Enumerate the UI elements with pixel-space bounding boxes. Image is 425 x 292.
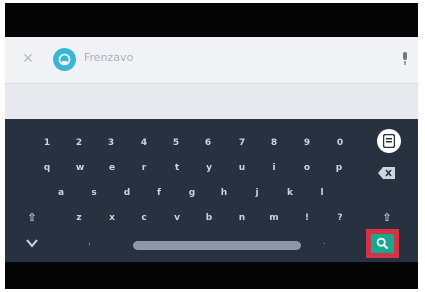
key-6[interactable]: 6	[197, 134, 219, 152]
bottom-bar	[5, 262, 418, 289]
key-k[interactable]: k	[279, 184, 301, 202]
key-a[interactable]: a	[50, 184, 72, 202]
back-arrow-icon[interactable]: ✕	[19, 50, 37, 68]
key-u[interactable]: u	[231, 159, 253, 177]
backspace-icon[interactable]	[378, 164, 396, 179]
key-e[interactable]: e	[101, 159, 123, 177]
key-period[interactable]: .	[323, 237, 326, 247]
key-z[interactable]: z	[68, 209, 90, 227]
emoji-icon[interactable]	[377, 129, 401, 153]
chevron-down-icon[interactable]	[21, 234, 43, 252]
key-n[interactable]: n	[231, 209, 253, 227]
key-r[interactable]: r	[133, 159, 155, 177]
key-8[interactable]: 8	[263, 134, 285, 152]
key-1[interactable]: 1	[36, 134, 58, 152]
key-y[interactable]: y	[198, 159, 220, 177]
key-x[interactable]: x	[101, 209, 123, 227]
key-7[interactable]: 7	[231, 134, 253, 152]
search-bar[interactable]: ✕ Frenzavo	[5, 37, 418, 84]
key-t[interactable]: t	[166, 159, 188, 177]
key-i[interactable]: i	[263, 159, 285, 177]
key-o[interactable]: o	[296, 159, 318, 177]
key-m[interactable]: m	[263, 209, 285, 227]
search-key-highlight	[366, 229, 399, 258]
key-0[interactable]: 0	[329, 134, 351, 152]
key-h[interactable]: h	[213, 184, 235, 202]
key-p[interactable]: p	[328, 159, 350, 177]
key-w[interactable]: w	[69, 159, 91, 177]
search-app-icon	[53, 48, 76, 71]
key-exclamation[interactable]: !	[296, 209, 318, 227]
key-9[interactable]: 9	[296, 134, 318, 152]
key-2[interactable]: 2	[68, 134, 90, 152]
key-comma[interactable]: ,	[88, 237, 91, 247]
key-s[interactable]: s	[83, 184, 105, 202]
key-c[interactable]: c	[133, 209, 155, 227]
search-panel: ✕ Frenzavo	[5, 37, 418, 119]
key-g[interactable]: g	[181, 184, 203, 202]
key-f[interactable]: f	[148, 184, 170, 202]
keyboard: 1 2 3 4 5 6 7 8 9 0 q w e r t y u i o p	[5, 119, 418, 262]
key-3[interactable]: 3	[100, 134, 122, 152]
key-5[interactable]: 5	[165, 134, 187, 152]
key-question[interactable]: ?	[329, 209, 351, 227]
key-l[interactable]: l	[311, 184, 333, 202]
key-q[interactable]: q	[36, 159, 58, 177]
search-query[interactable]: Frenzavo	[84, 51, 133, 64]
key-4[interactable]: 4	[133, 134, 155, 152]
shift-right-icon[interactable]: ⇧	[376, 209, 398, 227]
screen: ✕ Frenzavo 1 2 3 4 5 6 7 8 9 0 q w e r t…	[5, 3, 418, 289]
key-v[interactable]: v	[166, 209, 188, 227]
search-icon[interactable]	[371, 234, 394, 253]
key-d[interactable]: d	[116, 184, 138, 202]
key-b[interactable]: b	[198, 209, 220, 227]
space-bar[interactable]	[133, 241, 301, 250]
key-j[interactable]: j	[246, 184, 268, 202]
microphone-icon[interactable]	[400, 50, 410, 68]
shift-left-icon[interactable]: ⇧	[21, 209, 43, 227]
